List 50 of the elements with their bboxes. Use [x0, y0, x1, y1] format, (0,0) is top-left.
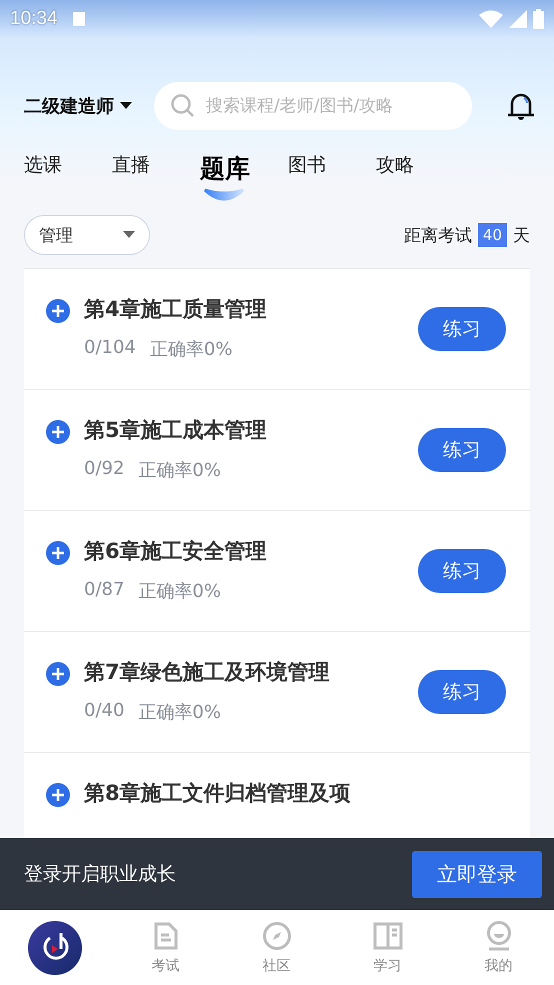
app-logo-icon[interactable]: [28, 920, 82, 974]
accuracy-rate: 正确率0%: [138, 458, 221, 482]
accuracy-rate: 正确率0%: [138, 580, 221, 603]
nav-item[interactable]: 考试: [110, 920, 221, 974]
practice-button[interactable]: 练习: [418, 428, 506, 472]
progress-count: 0/104: [84, 336, 136, 360]
plus-icon[interactable]: [46, 783, 70, 807]
compass-icon: [262, 920, 292, 950]
search-field[interactable]: 搜索课程/老师/图书/攻略: [154, 82, 472, 130]
chapter-title: 第8章施工文件归档管理及项: [84, 780, 352, 807]
nav-item[interactable]: 社区: [221, 920, 332, 974]
tab[interactable]: 直播: [112, 152, 200, 200]
caret-icon: [123, 231, 135, 239]
book-icon: [372, 920, 402, 950]
caret-icon: [120, 102, 132, 110]
notification-icon: [72, 11, 86, 27]
exam-selector[interactable]: 二级建造师: [24, 94, 132, 118]
practice-button[interactable]: 练习: [418, 307, 506, 351]
progress-count: 0/92: [84, 458, 124, 481]
category-dropdown[interactable]: 管理: [24, 215, 150, 255]
tab[interactable]: 攻略: [376, 152, 464, 200]
countdown-label: 距离考试: [404, 224, 472, 246]
days-count: 40: [478, 223, 507, 247]
tab[interactable]: 选课: [24, 152, 112, 200]
practice-button[interactable]: 练习: [418, 549, 506, 593]
chapter-title: 第6章施工安全管理: [84, 538, 268, 565]
login-button[interactable]: 立即登录: [412, 850, 542, 898]
chapter-title: 第5章施工成本管理: [84, 417, 268, 444]
battery-icon: [533, 9, 544, 29]
clock: 10:34: [10, 8, 58, 30]
plus-icon[interactable]: [46, 420, 70, 444]
banner-text: 登录开启职业成长: [24, 862, 176, 887]
chapter-title: 第7章绿色施工及环境管理: [84, 659, 331, 686]
nav-item[interactable]: 我的: [443, 920, 554, 974]
nav-item[interactable]: 学习: [332, 920, 443, 974]
plus-icon[interactable]: [46, 662, 70, 686]
tab[interactable]: 题库: [200, 152, 288, 200]
days-unit: 天: [513, 224, 530, 246]
signal-icon: [509, 10, 527, 28]
plus-icon[interactable]: [46, 541, 70, 565]
progress-count: 0/87: [84, 578, 124, 602]
tab[interactable]: 图书: [288, 152, 376, 200]
accuracy-rate: 正确率0%: [150, 338, 232, 361]
search-icon: [170, 93, 196, 119]
practice-button[interactable]: 练习: [418, 670, 506, 714]
accuracy-rate: 正确率0%: [138, 700, 221, 724]
chapter-title: 第4章施工质量管理: [84, 296, 268, 323]
progress-count: 0/40: [84, 700, 124, 723]
plus-icon[interactable]: [46, 299, 70, 323]
wifi-icon: [479, 10, 503, 28]
